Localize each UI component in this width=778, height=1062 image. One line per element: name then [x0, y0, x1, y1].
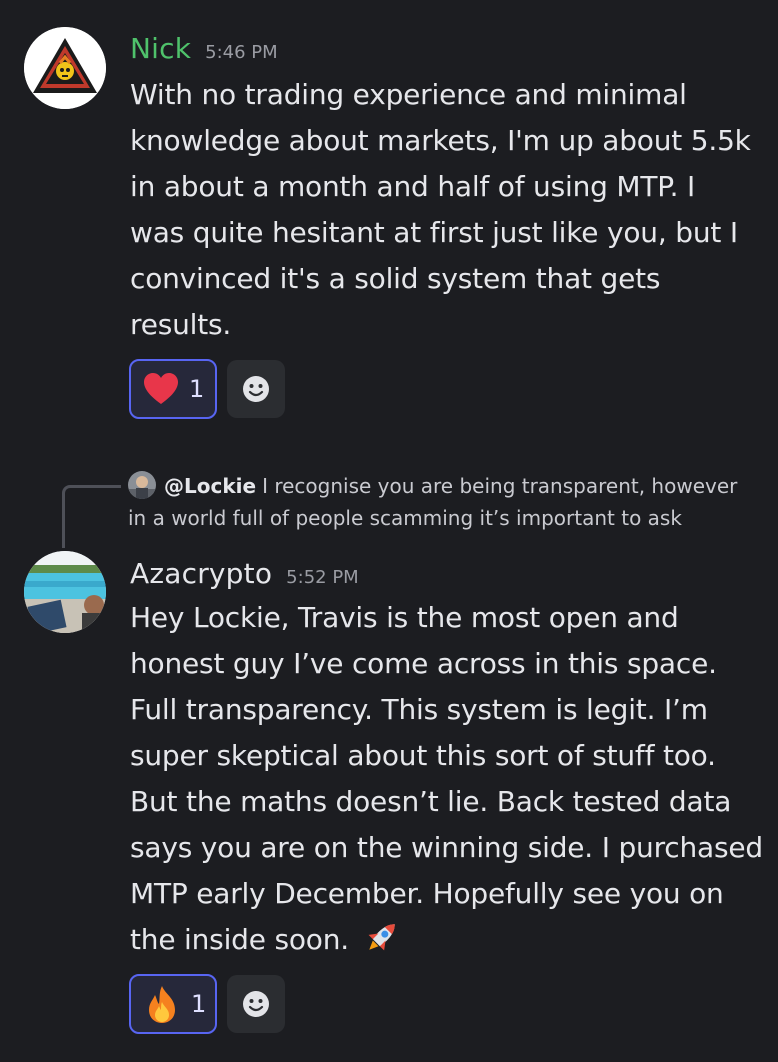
- username[interactable]: Azacrypto: [130, 557, 272, 590]
- message-line: But the maths doesn’t lie. Back tested d…: [130, 785, 732, 818]
- message-content: Hey Lockie, Travis is the most open and …: [130, 595, 763, 963]
- reaction-count: 1: [191, 990, 207, 1018]
- fire-icon: [149, 986, 175, 1023]
- azacrypto-avatar[interactable]: [24, 551, 106, 633]
- reaction-heart-button[interactable]: 1: [129, 359, 217, 419]
- hazard-triangle-skull-avatar: [24, 27, 106, 109]
- message-line-text: the inside soon.: [130, 923, 349, 956]
- message-line: honest guy I’ve come across in this spac…: [130, 647, 717, 680]
- message-line: was quite hesitant at first just like yo…: [130, 216, 738, 249]
- reply-mention[interactable]: @Lockie: [164, 474, 256, 498]
- nick-avatar[interactable]: [24, 27, 106, 109]
- message-line: says you are on the winning side. I purc…: [130, 831, 763, 864]
- reaction-fire-button[interactable]: 1: [129, 974, 217, 1034]
- timestamp: 5:52 PM: [286, 567, 359, 588]
- lockie-avatar-icon: [128, 471, 156, 499]
- add-reaction-button[interactable]: [227, 360, 285, 418]
- reply-text: I recognise you are being transparent, h…: [262, 474, 738, 498]
- smiley-add-icon: [243, 991, 269, 1017]
- message-line: Hey Lockie, Travis is the most open and: [130, 601, 679, 634]
- reply-connector-line: [62, 485, 121, 548]
- message-line: knowledge about markets, I'm up about 5.…: [130, 124, 751, 157]
- add-reaction-button[interactable]: [227, 975, 285, 1033]
- smiley-add-icon: [243, 376, 269, 402]
- message-line: super skeptical about this sort of stuff…: [130, 739, 716, 772]
- message-line: MTP early December. Hopefully see you on: [130, 877, 724, 910]
- reply-preview[interactable]: @Lockie I recognise you are being transpa…: [128, 470, 768, 534]
- timestamp: 5:46 PM: [205, 42, 278, 63]
- username[interactable]: Nick: [130, 32, 191, 65]
- message-line: convinced it's a solid system that gets: [130, 262, 661, 295]
- message-line: results.: [130, 308, 232, 341]
- message-line: in about a month and half of using MTP. …: [130, 170, 696, 203]
- message-content: With no trading experience and minimal k…: [130, 72, 760, 348]
- message-line: With no trading experience and minimal: [130, 78, 687, 111]
- message-line: Full transparency. This system is legit.…: [130, 693, 708, 726]
- message-line: the inside soon.: [130, 917, 760, 963]
- reply-text-line2: in a world full of people scamming it’s …: [128, 506, 682, 530]
- poolside-photo-avatar: [24, 551, 106, 633]
- reply-avatar: [128, 471, 156, 499]
- reaction-count: 1: [189, 375, 205, 403]
- heart-icon: [144, 373, 178, 404]
- rocket-icon: [368, 924, 395, 951]
